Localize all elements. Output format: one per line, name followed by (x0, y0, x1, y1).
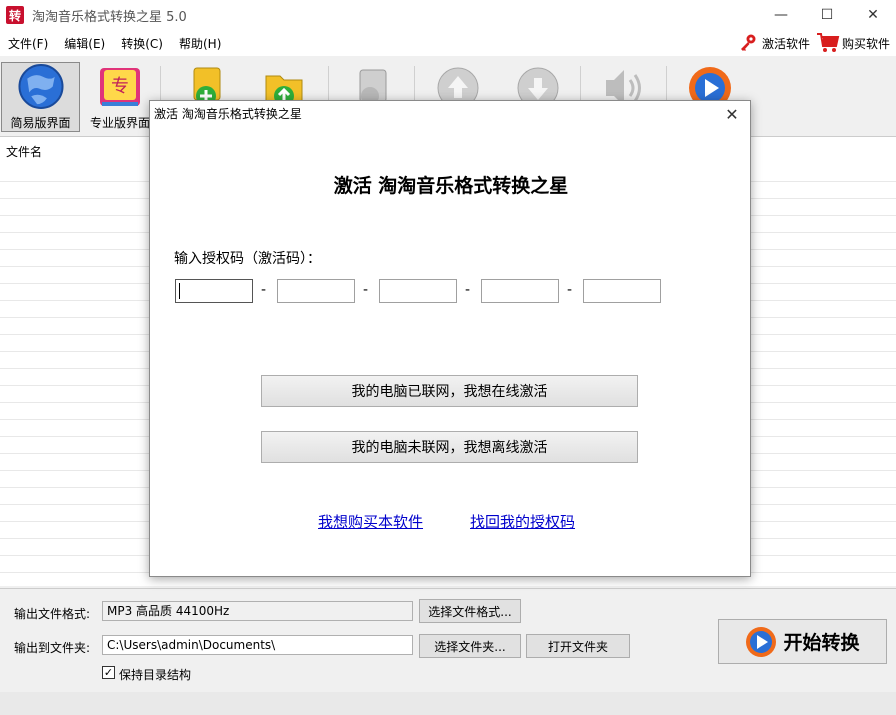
minimize-button[interactable]: — (758, 0, 804, 30)
buy-software-link[interactable]: 购买软件 (816, 32, 890, 54)
cart-icon (816, 33, 840, 52)
output-folder-field[interactable]: C:\Users\admin\Documents\ (102, 635, 413, 655)
output-settings-panel: 输出文件格式: MP3 高品质 44100Hz 选择文件格式... 输出到文件夹… (0, 588, 896, 692)
activate-software-link[interactable]: 激活软件 (738, 33, 810, 53)
license-code-input-1[interactable] (175, 279, 253, 303)
output-format-label: 输出文件格式: (14, 607, 91, 621)
code-separator: - (567, 282, 573, 298)
menu-bar: 文件(F) 编辑(E) 转换(C) 帮助(H) 激活软件 购买软件 (0, 30, 896, 56)
activate-software-label: 激活软件 (761, 36, 810, 51)
window-title: 淘淘音乐格式转换之星 5.0 (32, 9, 187, 25)
license-code-input-3[interactable] (379, 279, 457, 303)
open-folder-button[interactable]: 打开文件夹 (526, 634, 630, 658)
globe-icon (17, 63, 64, 110)
simple-mode-button[interactable]: 简易版界面 (1, 62, 80, 132)
keep-structure-checkbox[interactable]: ✓ (102, 666, 115, 679)
start-convert-label: 开始转换 (783, 632, 860, 654)
select-format-button[interactable]: 选择文件格式... (419, 599, 521, 623)
window-controls: — ☐ ✕ (758, 0, 896, 30)
code-separator: - (465, 282, 471, 298)
book-icon: 专 (100, 68, 140, 106)
buy-software-label: 购买软件 (841, 36, 890, 51)
license-code-input-4[interactable] (481, 279, 559, 303)
dialog-title: 激活 淘淘音乐格式转换之星 (154, 107, 302, 121)
code-separator: - (261, 282, 267, 298)
offline-activation-button[interactable]: 我的电脑未联网，我想离线激活 (261, 431, 638, 463)
recover-license-link[interactable]: 找回我的授权码 (470, 511, 575, 532)
start-convert-button[interactable]: 开始转换 (718, 619, 887, 664)
menu-file[interactable]: 文件(F) (0, 35, 56, 52)
simple-mode-label: 简易版界面 (10, 116, 71, 130)
menu-help[interactable]: 帮助(H) (171, 35, 229, 52)
dialog-heading: 激活 淘淘音乐格式转换之星 (333, 175, 569, 197)
dialog-close-button[interactable]: ✕ (720, 103, 744, 125)
license-code-input-5[interactable] (583, 279, 661, 303)
license-code-prompt: 输入授权码（激活码）： (174, 251, 321, 267)
buy-software-dialog-link[interactable]: 我想购买本软件 (318, 511, 423, 532)
key-icon (740, 34, 756, 51)
pro-mode-button[interactable]: 专 专业版界面 (84, 62, 156, 132)
text-caret (179, 283, 180, 299)
pro-icon-glyph: 专 (111, 76, 129, 97)
output-format-field[interactable]: MP3 高品质 44100Hz (102, 601, 413, 621)
play-icon (746, 626, 777, 657)
output-folder-label: 输出到文件夹: (14, 641, 91, 655)
license-code-input-2[interactable] (277, 279, 355, 303)
menu-right-group: 激活软件 购买软件 (738, 30, 896, 56)
code-separator: - (363, 282, 369, 298)
status-bar (0, 692, 896, 715)
close-window-button[interactable]: ✕ (850, 0, 896, 30)
activation-dialog: 激活 淘淘音乐格式转换之星 ✕ 激活 淘淘音乐格式转换之星 输入授权码（激活码）… (149, 100, 751, 577)
app-icon: 转 (6, 6, 24, 24)
online-activation-button[interactable]: 我的电脑已联网，我想在线激活 (261, 375, 638, 407)
maximize-button[interactable]: ☐ (804, 0, 850, 30)
title-bar: 转 淘淘音乐格式转换之星 5.0 — ☐ ✕ (0, 0, 896, 30)
select-folder-button[interactable]: 选择文件夹... (419, 634, 521, 658)
menu-edit[interactable]: 编辑(E) (56, 35, 113, 52)
pro-mode-label: 专业版界面 (89, 116, 150, 130)
keep-structure-label[interactable]: 保持目录结构 (119, 666, 191, 683)
menu-convert[interactable]: 转换(C) (113, 35, 171, 52)
